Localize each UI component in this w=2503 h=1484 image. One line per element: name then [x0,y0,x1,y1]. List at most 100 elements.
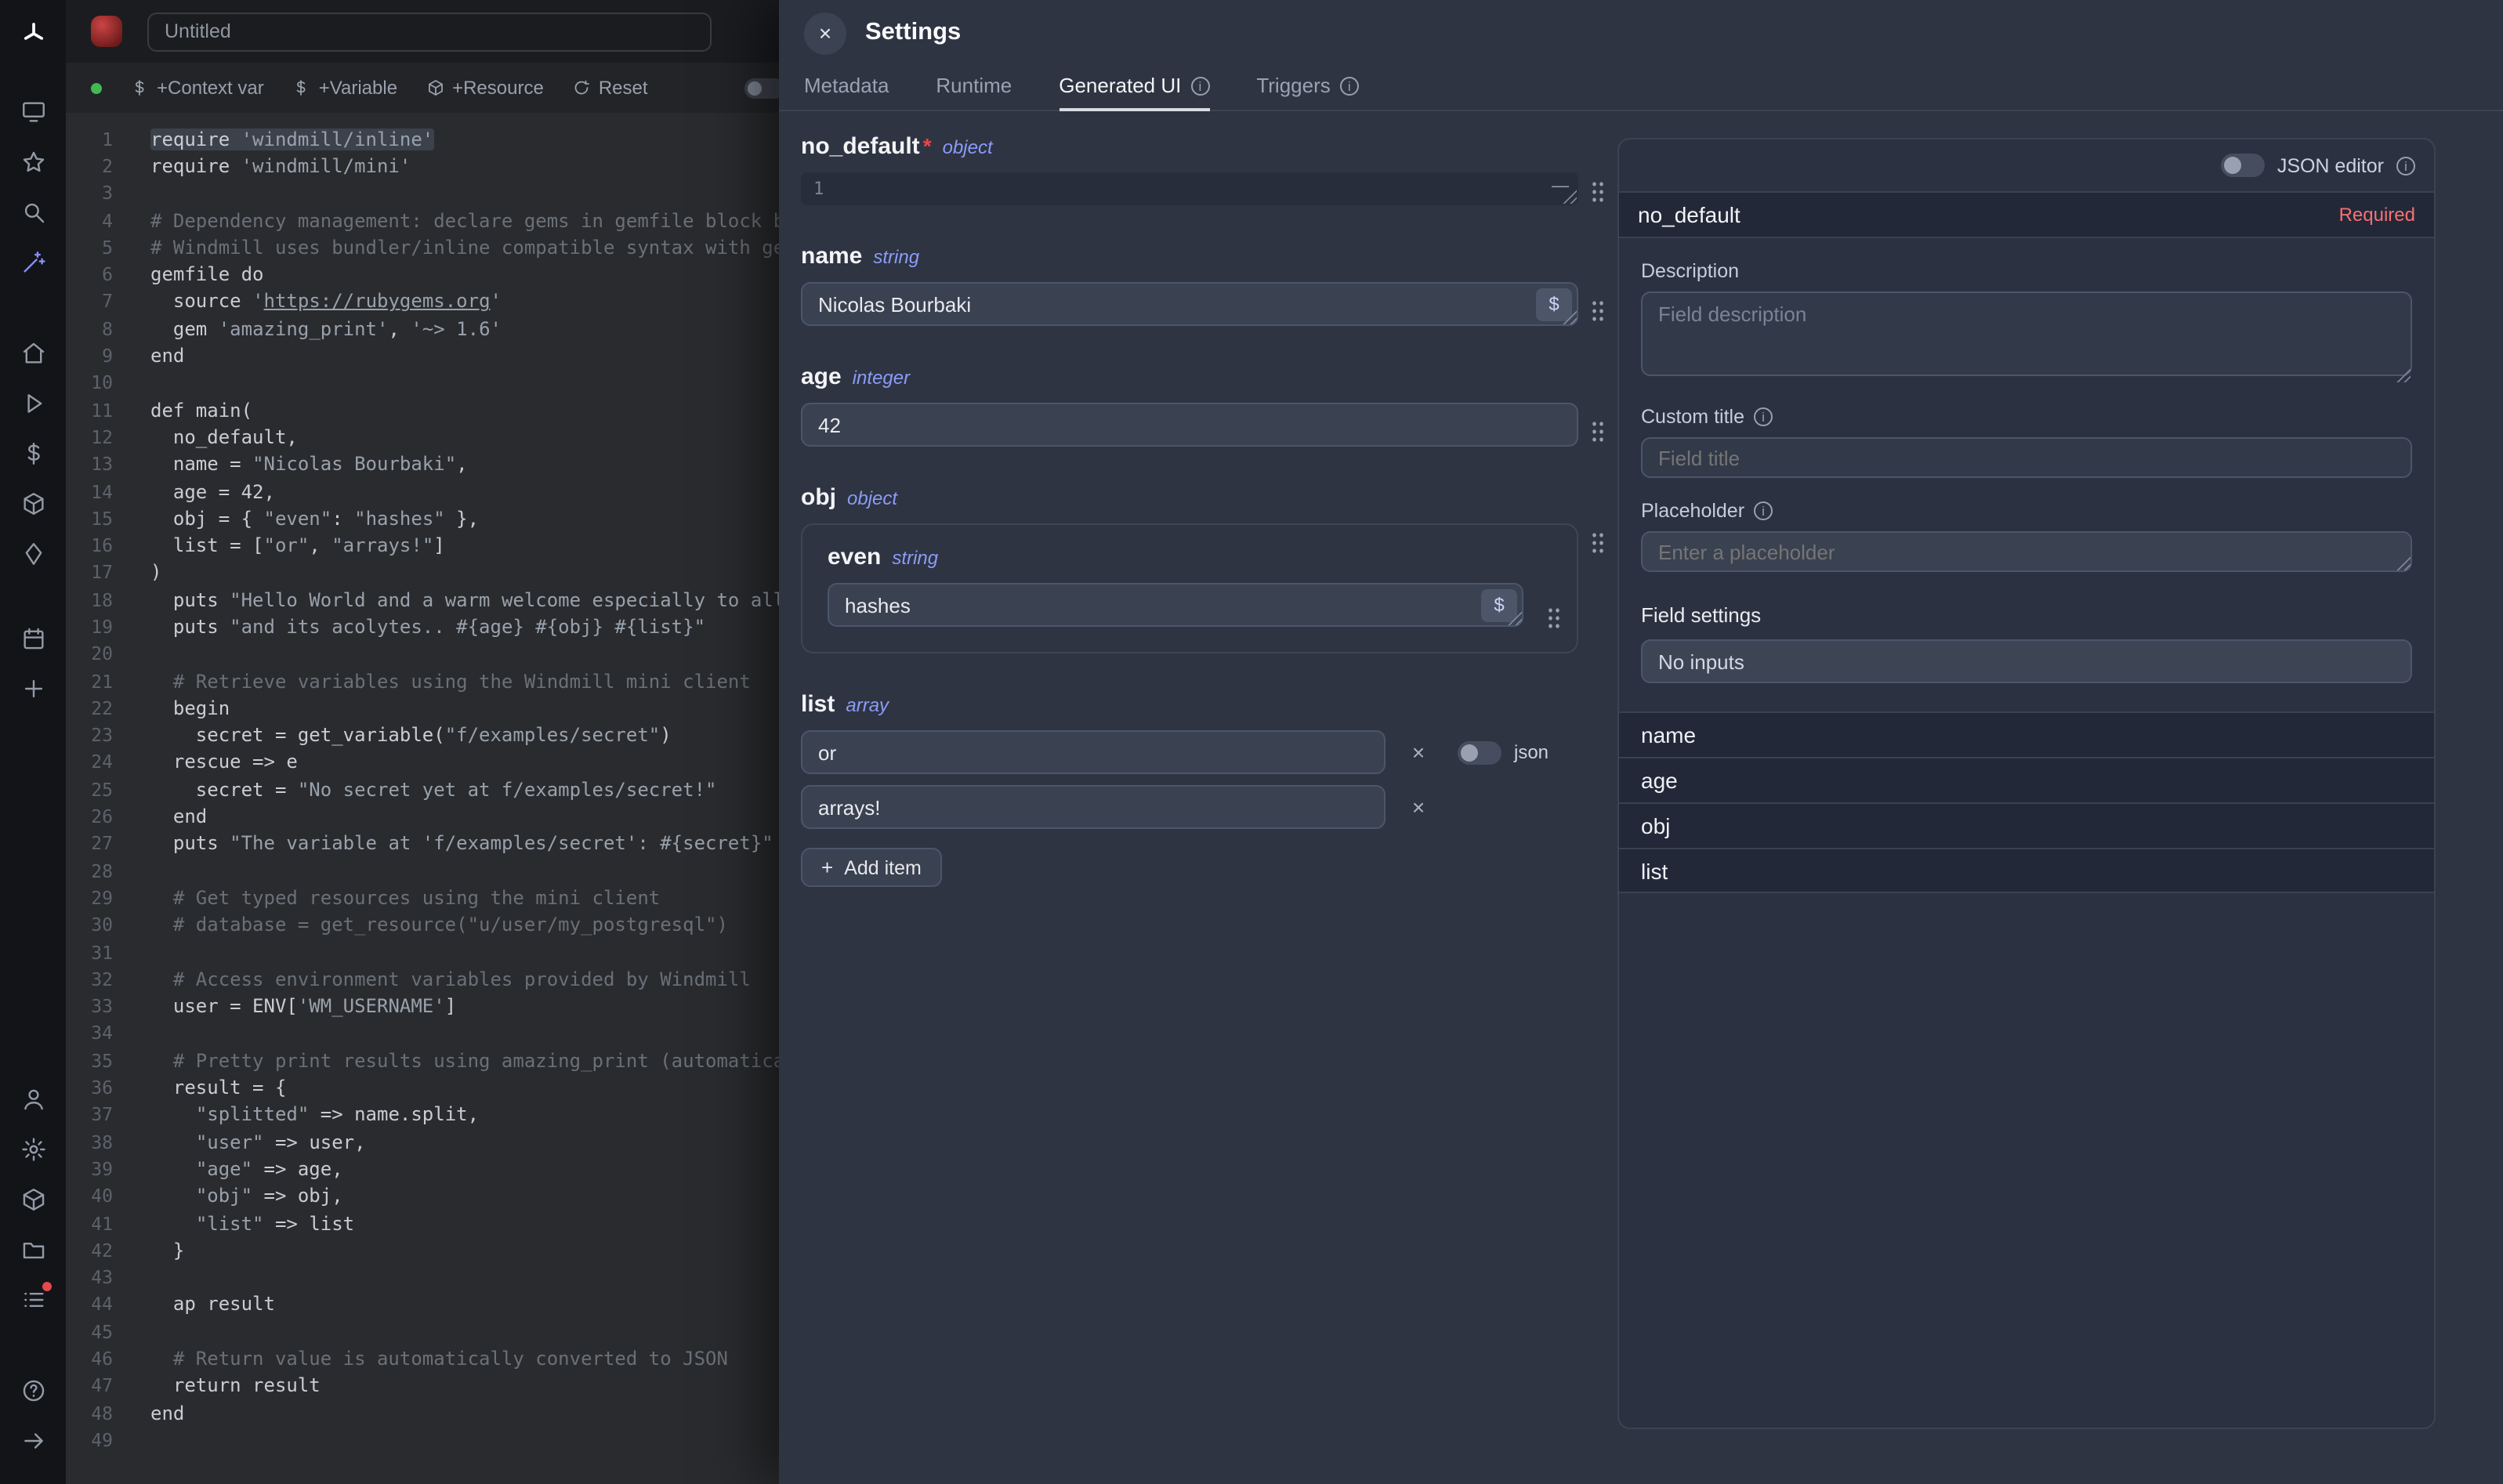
arrow-right-icon[interactable] [0,1415,66,1465]
tab-runtime[interactable]: Runtime [936,74,1012,110]
field-detail-panel: JSON editor i no_default Required Descri… [1617,138,2436,1429]
settings-modal: × Settings Metadata Runtime Generated UI… [779,0,2503,1484]
placeholder-label: Placeholder i [1641,500,2412,522]
panel-row-age[interactable]: age [1619,757,2434,802]
json-editor-toggle[interactable] [2221,154,2265,177]
monitor-icon[interactable] [0,86,66,136]
obj-nested-container: even string $ [801,523,1578,653]
folder-icon[interactable] [0,1224,66,1274]
remove-item-icon[interactable]: × [1404,794,1433,820]
info-icon: i [1190,76,1209,95]
dollar-insert-button[interactable]: $ [1536,288,1572,320]
tab-label: Generated UI [1059,74,1181,97]
custom-title-label: Custom title i [1641,406,2412,428]
reset-button[interactable]: Reset [572,77,648,99]
description-label: Description [1641,260,2412,282]
modal-header: × Settings [779,0,2503,66]
drag-handle-icon[interactable] [1591,299,1605,323]
reset-label: Reset [599,77,648,99]
package-icon[interactable] [0,1174,66,1224]
custom-title-input[interactable] [1641,437,2412,478]
tab-metadata[interactable]: Metadata [804,74,889,110]
remove-item-icon[interactable]: × [1404,740,1433,765]
field-name: name [801,243,862,270]
panel-row-no-default[interactable]: no_default Required [1619,191,2434,238]
add-resource-label: +Resource [452,77,544,99]
dollar-icon[interactable] [0,428,66,478]
json-editor-toggle-row: JSON editor i [1619,139,2434,191]
field-name: no_default [801,133,920,160]
dollar-icon [292,78,311,97]
list-item-input[interactable] [801,785,1386,829]
description-textarea[interactable] [1641,291,2412,376]
list-icon[interactable] [0,1274,66,1324]
tab-label: Metadata [804,74,889,97]
age-input[interactable] [801,403,1578,447]
field-type: string [873,246,919,268]
tab-generated-ui[interactable]: Generated UI i [1059,74,1209,110]
field-settings-select[interactable]: No inputs [1641,639,2412,683]
panel-row-label: age [1641,768,1678,793]
add-resource-button[interactable]: +Resource [426,77,544,99]
ruby-language-icon [91,16,122,47]
panel-row-list[interactable]: list [1619,848,2434,893]
panel-row-obj[interactable]: obj [1619,802,2434,848]
field-type: integer [853,367,910,389]
tab-triggers[interactable]: Triggersi [1256,74,1358,110]
add-item-button[interactable]: + Add item [801,848,942,887]
name-input[interactable] [801,282,1578,326]
plus-icon[interactable] [0,663,66,713]
add-variable-button[interactable]: +Variable [292,77,397,99]
field-name: list [801,691,835,718]
field-name: even [828,544,881,570]
status-dot [91,82,102,93]
settings-body: no_default* object 1 — name string [779,111,2503,1484]
builds-icon[interactable] [0,478,66,528]
json-toggle[interactable] [1458,740,1501,764]
magic-wand-icon[interactable] [0,237,66,287]
add-context-var-label: +Context var [157,77,264,99]
field-name: age [801,364,842,390]
star-icon[interactable] [0,136,66,186]
field-type: object [847,487,897,509]
user-icon[interactable] [0,1073,66,1124]
no-default-json-editor[interactable]: 1 — [801,172,1578,205]
panel-row-name[interactable]: name [1619,711,2434,757]
rail-bottom-group [0,1073,66,1484]
gem-icon[interactable] [0,528,66,578]
gear-icon[interactable] [0,1124,66,1174]
collapse-icon[interactable]: — [1552,172,1569,201]
script-title-input[interactable] [147,12,712,51]
even-input[interactable] [828,583,1523,627]
panel-row-label: no_default [1638,202,1741,227]
drag-handle-icon[interactable] [1547,606,1561,630]
placeholder-input[interactable] [1641,531,2412,572]
add-context-var-button[interactable]: +Context var [130,77,264,99]
plus-icon: + [821,856,833,879]
field-type: string [892,547,938,569]
add-variable-label: +Variable [319,77,397,99]
info-icon: i [1340,76,1359,95]
drag-handle-icon[interactable] [1591,180,1605,204]
app: +Context var +Variable +Resource Reset ±… [0,0,2503,1484]
dollar-icon [130,78,149,97]
home-icon[interactable] [0,328,66,378]
field-type: array [846,694,889,716]
info-icon: i [2396,156,2415,175]
resource-icon [426,78,444,97]
dollar-insert-button[interactable]: $ [1481,588,1517,621]
play-icon[interactable] [0,378,66,428]
help-icon[interactable] [0,1365,66,1415]
field-settings-value: No inputs [1658,650,1744,673]
field-name: obj [801,484,836,511]
list-item-input[interactable] [801,730,1386,774]
panel-row-label: list [1641,858,1668,883]
drag-handle-icon[interactable] [1591,531,1605,555]
calendar-icon[interactable] [0,613,66,663]
close-icon[interactable]: × [804,12,846,54]
panel-row-label: name [1641,722,1696,747]
drag-handle-icon[interactable] [1591,420,1605,443]
windmill-logo[interactable] [0,9,66,56]
json-toggle-label: json [1514,741,1549,763]
search-icon[interactable] [0,186,66,237]
